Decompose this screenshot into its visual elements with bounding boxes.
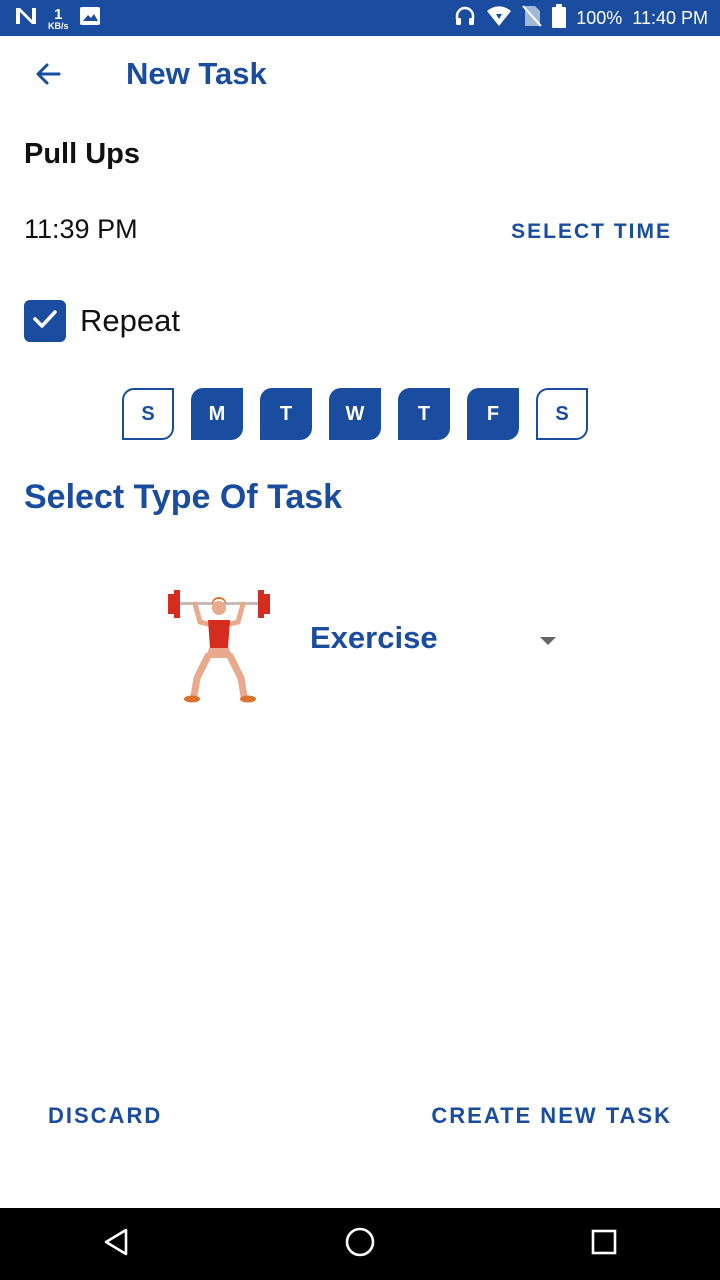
nav-home-button[interactable] — [342, 1226, 378, 1262]
create-new-task-button[interactable]: CREATE NEW TASK — [431, 1103, 672, 1129]
task-time: 11:39 PM — [24, 214, 138, 244]
battery-percent: 100% — [576, 7, 623, 28]
no-sim-icon — [522, 4, 542, 32]
n-logo-icon — [14, 6, 38, 31]
navigation-bar — [0, 1208, 720, 1280]
status-right: 100% 11:40 PM — [454, 0, 708, 36]
page-title: New Task — [126, 56, 267, 91]
wifi-icon — [486, 5, 512, 32]
weightlifter-icon — [164, 586, 274, 709]
dropdown-arrow-icon — [540, 637, 556, 645]
status-left: 1 KB/s — [14, 0, 101, 36]
day-sunday[interactable]: S — [122, 388, 174, 440]
nav-back-button[interactable] — [98, 1226, 134, 1262]
task-type-dropdown[interactable]: Exercise — [160, 580, 580, 710]
day-monday[interactable]: M — [191, 388, 243, 440]
net-speed-value: 1 — [54, 6, 63, 23]
day-wednesday[interactable]: W — [329, 388, 381, 440]
task-name[interactable]: Pull Ups — [24, 138, 140, 171]
net-speed: 1 KB/s — [48, 7, 69, 31]
day-saturday[interactable]: S — [536, 388, 588, 440]
app-bar: New Task — [0, 36, 720, 112]
day-selector: S M T W T F S — [122, 388, 588, 440]
back-triangle-icon — [102, 1227, 130, 1262]
repeat-checkbox-row[interactable]: Repeat — [24, 300, 180, 342]
discard-button[interactable]: DISCARD — [48, 1103, 162, 1129]
status-bar: 1 KB/s 100% 11:40 PM — [0, 0, 720, 36]
recents-square-icon — [590, 1228, 618, 1261]
nav-recents-button[interactable] — [586, 1226, 622, 1262]
battery-icon — [552, 3, 567, 33]
home-circle-icon — [344, 1226, 376, 1263]
task-type-selected: Exercise — [310, 620, 438, 655]
section-title-task-type: Select Type Of Task — [24, 478, 343, 516]
status-time: 11:40 PM — [632, 7, 708, 28]
day-friday[interactable]: F — [467, 388, 519, 440]
day-tuesday[interactable]: T — [260, 388, 312, 440]
repeat-checkbox[interactable] — [24, 300, 66, 342]
back-button[interactable] — [30, 58, 66, 94]
repeat-label: Repeat — [80, 303, 180, 338]
image-icon — [79, 6, 101, 31]
select-time-button[interactable]: SELECT TIME — [511, 220, 672, 244]
headphones-icon — [454, 5, 476, 32]
arrow-back-icon — [34, 60, 62, 93]
check-icon — [30, 304, 60, 339]
day-thursday[interactable]: T — [398, 388, 450, 440]
net-speed-unit: KB/s — [48, 21, 69, 31]
